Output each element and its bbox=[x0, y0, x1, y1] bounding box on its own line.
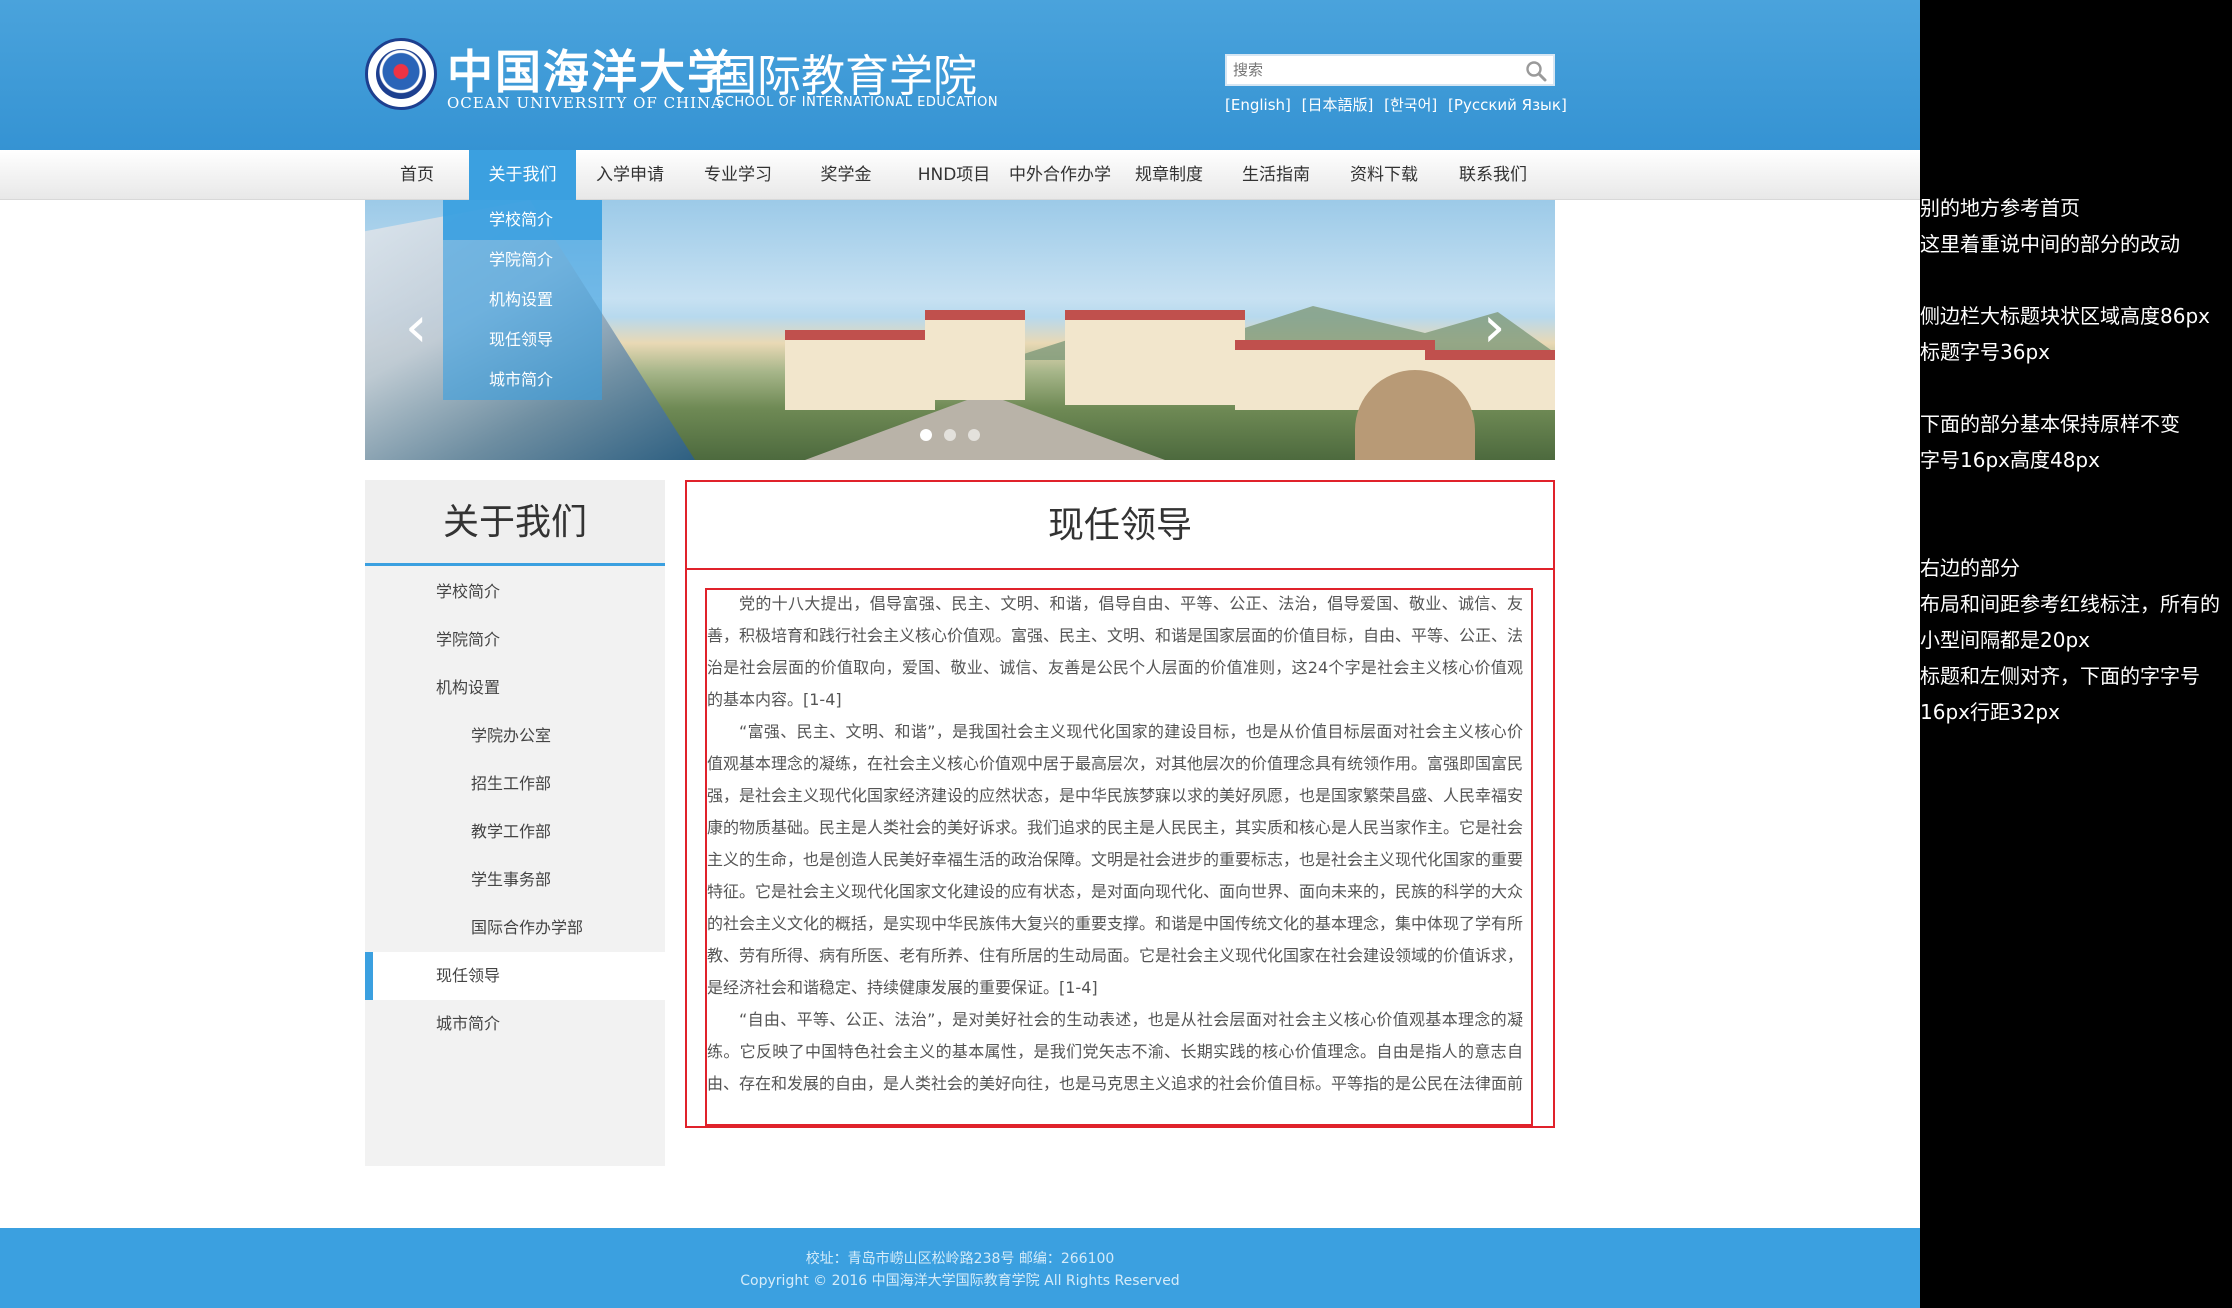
language-switcher: [English] [日本語版] [한국어] [Русский Язык] bbox=[1225, 94, 1573, 115]
footer-address: 校址：青岛市崂山区松岭路238号 邮编：266100 bbox=[805, 1251, 1115, 1267]
nav-item-home[interactable]: 首页 bbox=[365, 150, 469, 200]
sidebar-subitem-office[interactable]: 学院办公室 bbox=[365, 712, 665, 760]
dropdown-item-school-intro[interactable]: 学校简介 bbox=[443, 200, 602, 240]
university-seal-icon bbox=[365, 38, 437, 110]
main-nav: 首页 关于我们 入学申请 专业学习 奖学金 HND项目 中外合作办学 规章制度 … bbox=[0, 150, 1920, 200]
sidebar-item-college-intro[interactable]: 学院简介 bbox=[365, 616, 665, 664]
nav-item-joint-programs[interactable]: 中外合作办学 bbox=[1000, 150, 1120, 200]
sidebar-item-city-intro[interactable]: 城市简介 bbox=[365, 1000, 665, 1048]
search-input[interactable] bbox=[1227, 56, 1517, 84]
university-logo[interactable]: 中国海洋大学 OCEAN UNIVERSITY OF CHINA 国际教育学院 … bbox=[365, 36, 1001, 114]
content-body: 党的十八大提出，倡导富强、民主、文明、和谐，倡导自由、平等、公正、法治，倡导爱国… bbox=[707, 588, 1523, 1104]
banner-dot[interactable] bbox=[920, 429, 932, 441]
logo-chinese-name: 中国海洋大学 bbox=[447, 45, 735, 99]
dropdown-item-city-intro[interactable]: 城市简介 bbox=[443, 360, 602, 400]
dropdown-item-organization[interactable]: 机构设置 bbox=[443, 280, 602, 320]
sidebar-subitem-intl-cooperation[interactable]: 国际合作办学部 bbox=[365, 904, 665, 952]
note-line: 16px行距32px bbox=[1920, 700, 2060, 724]
search-box bbox=[1225, 54, 1555, 86]
site-header: 中国海洋大学 OCEAN UNIVERSITY OF CHINA 国际教育学院 … bbox=[0, 0, 1920, 150]
note-line: 下面的部分基本保持原样不变 bbox=[1920, 412, 2180, 436]
note-line: 标题和左侧对齐，下面的字字号 bbox=[1920, 664, 2200, 688]
sidebar-subitem-admissions[interactable]: 招生工作部 bbox=[365, 760, 665, 808]
sidebar-title: 关于我们 bbox=[365, 480, 665, 566]
note-line: 布局和间距参考红线标注，所有的 bbox=[1920, 592, 2220, 616]
banner-building bbox=[785, 330, 935, 410]
search-icon[interactable] bbox=[1525, 60, 1547, 82]
note-line: 别的地方参考首页 bbox=[1920, 196, 2080, 220]
nav-item-contact[interactable]: 联系我们 bbox=[1438, 150, 1548, 200]
note-line: 这里着重说中间的部分的改动 bbox=[1920, 232, 2180, 256]
about-dropdown-menu: 学校简介 学院简介 机构设置 现任领导 城市简介 bbox=[443, 200, 602, 400]
dropdown-item-college-intro[interactable]: 学院简介 bbox=[443, 240, 602, 280]
note-line: 侧边栏大标题块状区域高度86px bbox=[1920, 304, 2210, 328]
nav-item-about[interactable]: 关于我们 bbox=[469, 150, 576, 200]
note-line: 字号16px高度48px bbox=[1920, 448, 2100, 472]
lang-link-russian[interactable]: [Русский Язык] bbox=[1448, 96, 1567, 114]
banner-dot[interactable] bbox=[944, 429, 956, 441]
nav-item-scholarship[interactable]: 奖学金 bbox=[792, 150, 900, 200]
content-title: 现任领导 bbox=[687, 482, 1553, 570]
note-line: 右边的部分 bbox=[1920, 556, 2020, 580]
banner-building bbox=[1065, 310, 1245, 405]
banner-next-arrow-icon[interactable]: › bbox=[1483, 300, 1505, 356]
sidebar-menu: 学校简介 学院简介 机构设置 学院办公室 招生工作部 教学工作部 学生事务部 国… bbox=[365, 566, 665, 1048]
sidebar-item-leadership[interactable]: 现任领导 bbox=[365, 952, 665, 1000]
content-paragraph: “自由、平等、公正、法治”，是对美好社会的生动表述，也是从社会层面对社会主义核心… bbox=[707, 1010, 1523, 1093]
footer-copyright: Copyright © 2016 中国海洋大学国际教育学院 All Rights… bbox=[740, 1273, 1180, 1289]
lang-link-korean[interactable]: [한국어] bbox=[1384, 96, 1437, 114]
page: 中国海洋大学 OCEAN UNIVERSITY OF CHINA 国际教育学院 … bbox=[0, 0, 2232, 1308]
note-line: 标题字号36px bbox=[1920, 340, 2050, 364]
nav-item-life-guide[interactable]: 生活指南 bbox=[1222, 150, 1330, 200]
dropdown-item-leadership[interactable]: 现任领导 bbox=[443, 320, 602, 360]
banner-prev-arrow-icon[interactable]: ‹ bbox=[405, 300, 427, 356]
lang-link-english[interactable]: [English] bbox=[1225, 96, 1291, 114]
banner-building bbox=[925, 310, 1025, 400]
note-line: 小型间隔都是20px bbox=[1920, 628, 2090, 652]
design-notes-panel: 别的地方参考首页 这里着重说中间的部分的改动 侧边栏大标题块状区域高度86px … bbox=[1920, 0, 2232, 1308]
nav-item-regulations[interactable]: 规章制度 bbox=[1120, 150, 1218, 200]
site-footer: 校址：青岛市崂山区松岭路238号 邮编：266100 Copyright © 2… bbox=[0, 1228, 1920, 1308]
school-name-english: SCHOOL OF INTERNATIONAL EDUCATION bbox=[716, 95, 999, 110]
nav-item-study[interactable]: 专业学习 bbox=[684, 150, 792, 200]
lang-link-japanese[interactable]: [日本語版] bbox=[1302, 96, 1374, 114]
content-paragraph: “富强、民主、文明、和谐”，是我国社会主义现代化国家的建设目标，也是从价值目标层… bbox=[707, 722, 1523, 997]
content-paragraph: 党的十八大提出，倡导富强、民主、文明、和谐，倡导自由、平等、公正、法治，倡导爱国… bbox=[707, 594, 1523, 709]
banner-pagination bbox=[920, 426, 992, 445]
nav-item-downloads[interactable]: 资料下载 bbox=[1330, 150, 1438, 200]
sidebar-item-organization[interactable]: 机构设置 bbox=[365, 664, 665, 712]
nav-item-hnd[interactable]: HND项目 bbox=[900, 150, 1008, 200]
nav-item-admission[interactable]: 入学申请 bbox=[576, 150, 684, 200]
content-panel: 现任领导 党的十八大提出，倡导富强、民主、文明、和谐，倡导自由、平等、公正、法治… bbox=[685, 480, 1555, 1128]
sidebar-subitem-student-affairs[interactable]: 学生事务部 bbox=[365, 856, 665, 904]
banner-dot[interactable] bbox=[968, 429, 980, 441]
sidebar-subitem-teaching[interactable]: 教学工作部 bbox=[365, 808, 665, 856]
sidebar: 关于我们 学校简介 学院简介 机构设置 学院办公室 招生工作部 教学工作部 学生… bbox=[365, 480, 665, 1166]
logo-english-name: OCEAN UNIVERSITY OF CHINA bbox=[447, 94, 724, 112]
sidebar-item-school-intro[interactable]: 学校简介 bbox=[365, 568, 665, 616]
